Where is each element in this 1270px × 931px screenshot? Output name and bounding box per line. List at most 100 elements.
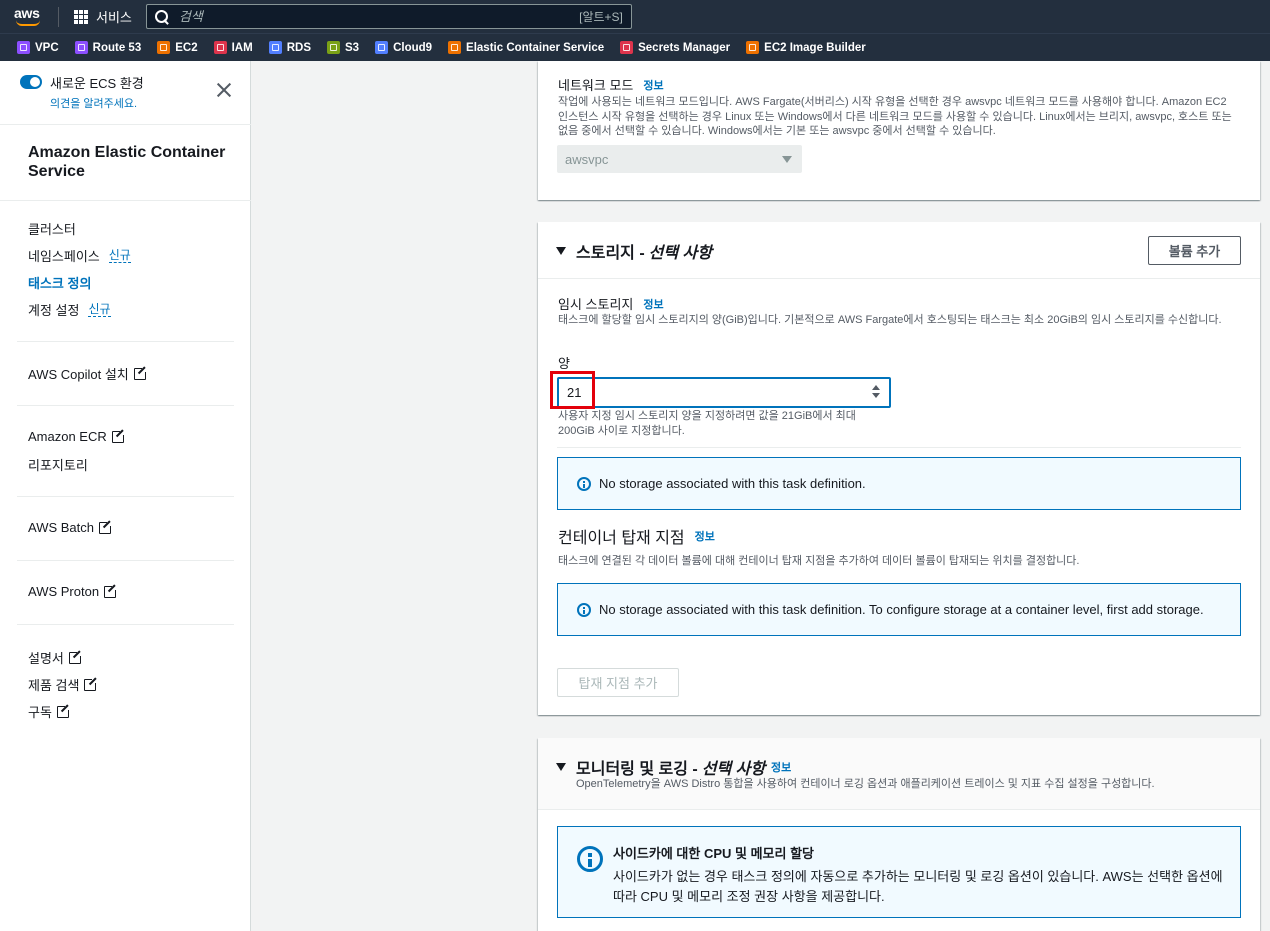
info-link[interactable]: 정보 <box>643 77 663 93</box>
sidecar-alert-title: 사이드카에 대한 CPU 및 메모리 할당 <box>613 846 814 861</box>
storage-panel: 스토리지 - 선택 사항 볼륨 추가 임시 스토리지 정보 태스크에 할당할 임… <box>538 222 1260 715</box>
sidebar-link-documentation[interactable]: 설명서 <box>28 648 83 667</box>
sidebar-item-label: 설명서 <box>28 651 64 666</box>
stepper-icon[interactable] <box>872 385 880 399</box>
sidebar-item-namespaces[interactable]: 네임스페이스 신규 <box>28 246 131 265</box>
ec2-image-builder-icon <box>746 41 760 54</box>
red-highlight-box <box>550 371 595 409</box>
external-link-icon <box>111 428 126 443</box>
info-link[interactable]: 정보 <box>643 296 663 312</box>
sidebar-item-label: 계정 설정 <box>28 303 80 318</box>
caret-down-icon <box>556 763 566 771</box>
sidebar-link-proton[interactable]: AWS Proton <box>28 583 119 599</box>
feedback-link[interactable]: 의견을 알려주세요. <box>50 95 144 111</box>
services-menu-button[interactable]: 서비스 <box>74 0 132 33</box>
s3-icon <box>326 41 340 54</box>
search-icon <box>154 9 169 24</box>
favorite-label: EC2 <box>175 41 198 54</box>
search-box[interactable]: [알트+S] <box>145 4 632 29</box>
top-navigation-bar: aws 서비스 [알트+S] <box>0 0 1270 33</box>
sidebar-item-label: 태스크 정의 <box>28 276 92 291</box>
new-ecs-toggle[interactable] <box>20 75 42 89</box>
favorite-cloud9[interactable]: Cloud9 <box>375 41 432 54</box>
sidebar-item-label: 제품 검색 <box>28 678 80 693</box>
aws-smile-icon <box>16 20 40 26</box>
caret-down-icon <box>782 156 792 163</box>
divider <box>0 200 251 201</box>
new-badge: 신규 <box>88 302 111 317</box>
no-storage-alert: No storage associated with this task def… <box>557 457 1241 510</box>
favorite-secrets-manager[interactable]: Secrets Manager <box>620 41 730 54</box>
route53-icon <box>74 41 88 54</box>
storage-title: 스토리지 - <box>576 245 645 262</box>
rds-icon <box>268 41 282 54</box>
cloud9-icon <box>375 41 389 54</box>
sidebar-link-ecr[interactable]: Amazon ECR <box>28 428 126 444</box>
ephemeral-storage-input-box[interactable] <box>557 377 891 408</box>
sidebar-item-task-definitions[interactable]: 태스크 정의 <box>28 273 91 292</box>
favorite-ecs[interactable]: Elastic Container Service <box>448 41 604 54</box>
divider <box>17 624 234 625</box>
sidebar-link-batch[interactable]: AWS Batch <box>28 519 113 535</box>
monitoring-optional: 선택 사항 <box>701 761 766 778</box>
external-link-icon <box>56 703 71 718</box>
aws-logo[interactable]: aws <box>0 0 58 33</box>
sidebar-item-label: AWS Batch <box>28 520 94 535</box>
sidebar-link-subscribe[interactable]: 구독 <box>28 702 71 721</box>
favorite-rds[interactable]: RDS <box>268 41 311 54</box>
favorite-ec2-image-builder[interactable]: EC2 Image Builder <box>746 41 866 54</box>
network-mode-label: 네트워크 모드 <box>558 78 634 93</box>
search-input[interactable] <box>178 9 580 24</box>
sidebar-item-label: 네임스페이스 <box>28 249 100 264</box>
sidebar-link-copilot[interactable]: AWS Copilot 설치 <box>28 364 148 383</box>
ephemeral-storage-label: 임시 스토리지 <box>558 297 634 312</box>
add-volume-button[interactable]: 볼륨 추가 <box>1148 236 1241 265</box>
monitoring-description: OpenTelemetry을 AWS Distro 통합을 사용하여 컨테이너 … <box>576 778 1155 790</box>
external-link-icon <box>133 365 148 380</box>
divider <box>557 447 1241 448</box>
sidebar-item-label: 구독 <box>28 705 52 720</box>
divider <box>0 124 251 125</box>
close-icon[interactable] <box>216 82 233 99</box>
favorites-bar: VPC Route 53 EC2 IAM RDS S3 Cloud9 Elast… <box>0 33 1270 61</box>
sidebar-item-clusters[interactable]: 클러스터 <box>28 219 76 238</box>
monitoring-section-toggle[interactable]: 모니터링 및 로깅 - 선택 사항 정보 <box>556 755 791 779</box>
external-link-icon <box>68 649 83 664</box>
sidebar-link-repositories[interactable]: 리포지토리 <box>28 455 88 474</box>
caret-down-icon <box>556 247 566 255</box>
favorite-label: EC2 Image Builder <box>764 41 866 54</box>
external-link-icon <box>98 519 113 534</box>
info-link[interactable]: 정보 <box>695 528 715 544</box>
sidebar-item-account-settings[interactable]: 계정 설정 신규 <box>28 300 111 319</box>
network-mode-value: awsvpc <box>565 151 609 167</box>
ephemeral-storage-input[interactable] <box>567 385 827 400</box>
vpc-icon <box>17 41 30 54</box>
monitoring-title: 모니터링 및 로깅 - <box>576 761 698 778</box>
sidebar-item-label: 클러스터 <box>28 222 76 237</box>
divider <box>58 6 59 27</box>
sidecar-info-alert: 사이드카에 대한 CPU 및 메모리 할당 사이드카가 없는 경우 태스크 정의… <box>557 826 1241 918</box>
favorite-label: VPC <box>35 41 59 54</box>
sidecar-alert-text: 사이드카가 없는 경우 태스크 정의에 자동으로 추가하는 모니터링 및 로깅 … <box>613 869 1223 904</box>
add-mount-point-button[interactable]: 탑재 지점 추가 <box>557 668 679 697</box>
info-link[interactable]: 정보 <box>771 759 791 775</box>
sidebar: 새로운 ECS 환경 의견을 알려주세요. Amazon Elastic Con… <box>0 61 251 931</box>
favorite-ec2[interactable]: EC2 <box>157 41 198 54</box>
mount-points-description: 태스크에 연결된 각 데이터 볼륨에 대해 컨테이너 탑재 지점을 추가하여 데… <box>558 555 1080 567</box>
secrets-manager-icon <box>620 41 634 54</box>
favorite-iam[interactable]: IAM <box>213 41 253 54</box>
service-title: Amazon Elastic Container Service <box>28 144 226 180</box>
divider <box>17 560 234 561</box>
ephemeral-storage-label-row: 임시 스토리지 정보 <box>558 294 664 313</box>
services-label: 서비스 <box>96 10 132 25</box>
favorite-s3[interactable]: S3 <box>326 41 359 54</box>
favorite-label: RDS <box>286 41 311 54</box>
sidebar-link-product-search[interactable]: 제품 검색 <box>28 675 99 694</box>
mount-points-title: 컨테이너 탑재 지점 <box>558 530 685 547</box>
favorite-route53[interactable]: Route 53 <box>74 41 141 54</box>
iam-icon <box>213 41 227 54</box>
favorite-label: Cloud9 <box>393 41 433 54</box>
network-mode-select: awsvpc <box>557 145 802 173</box>
storage-section-toggle[interactable]: 스토리지 - 선택 사항 <box>556 239 712 263</box>
favorite-vpc[interactable]: VPC <box>17 41 59 54</box>
